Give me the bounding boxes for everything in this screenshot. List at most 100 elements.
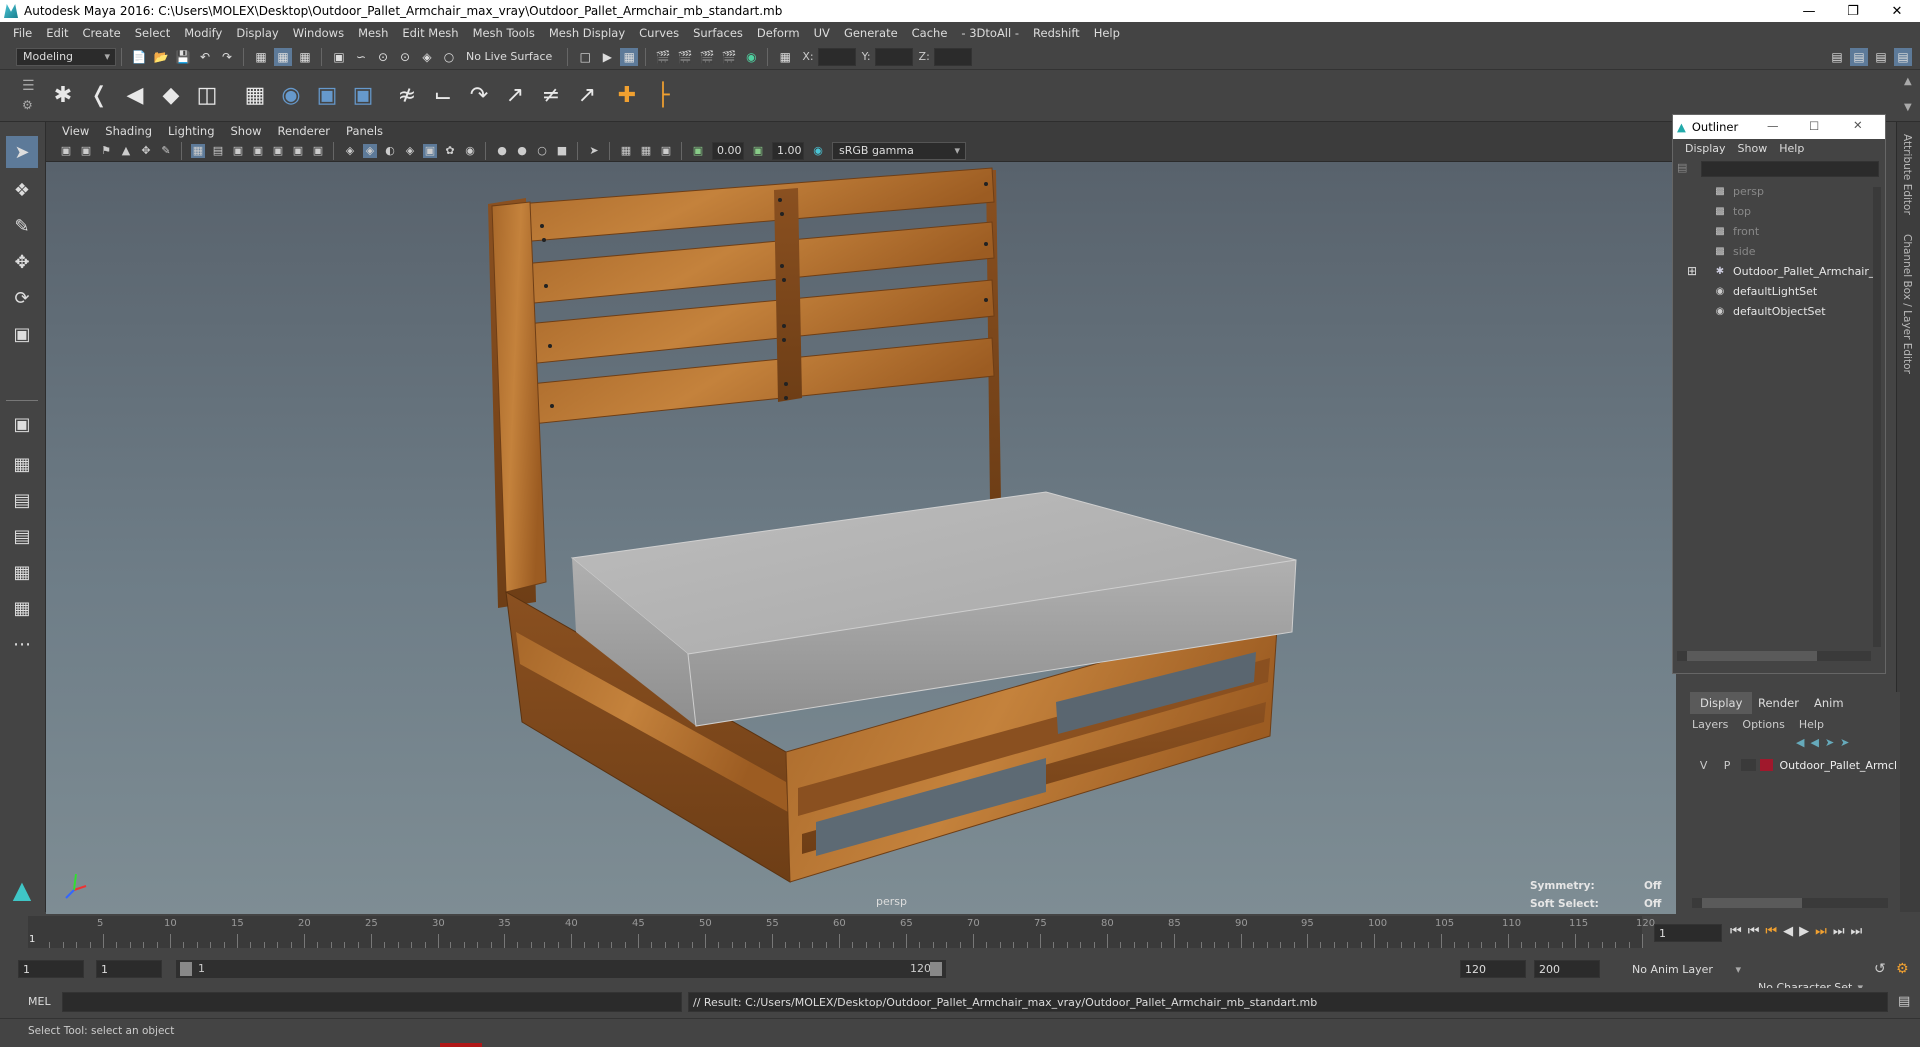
render-settings2-icon[interactable]: 🎬: [720, 48, 738, 66]
menu-set-dropdown[interactable]: Modeling: [16, 47, 116, 66]
range-end-handle[interactable]: [930, 962, 942, 976]
channel-box-tab[interactable]: Channel Box / Layer Editor: [1901, 234, 1913, 374]
outliner-horizontal-scrollbar[interactable]: [1677, 651, 1871, 661]
move-tool-icon[interactable]: ✥: [6, 246, 38, 278]
snap-curve-icon[interactable]: ∽: [352, 48, 370, 66]
command-input[interactable]: [62, 992, 682, 1012]
viewport-menu-show[interactable]: Show: [223, 124, 270, 138]
menu-display[interactable]: Display: [229, 26, 285, 40]
2d-pan-icon[interactable]: ✥: [139, 144, 153, 158]
layer-horizontal-scrollbar[interactable]: [1692, 898, 1888, 908]
x-field[interactable]: [817, 47, 856, 66]
maximize-button[interactable]: ❐: [1830, 0, 1876, 22]
anim-layer-dropdown[interactable]: No Anim Layer: [1626, 960, 1746, 978]
outliner-item[interactable]: ▩ persp: [1713, 181, 1764, 201]
split-icon[interactable]: ├: [648, 80, 678, 110]
layer-row[interactable]: V P Outdoor_Pallet_Armch: [1690, 756, 1896, 774]
offset-edge-loop-icon[interactable]: ↷: [464, 80, 494, 110]
viewport-menu-panels[interactable]: Panels: [338, 124, 391, 138]
shelf-menu-icon[interactable]: ☰: [22, 78, 35, 94]
safe-action-icon[interactable]: ▣: [291, 144, 305, 158]
shelf-scroll-down-icon[interactable]: ▼: [1904, 102, 1912, 113]
layer-color-swatch[interactable]: [1760, 759, 1774, 771]
motion-blur-icon[interactable]: ●: [515, 144, 529, 158]
view-transform-dropdown[interactable]: sRGB gamma: [832, 141, 966, 160]
lasso-tool-icon[interactable]: ❖: [6, 174, 38, 206]
select-component-icon[interactable]: ▦: [296, 48, 314, 66]
insert-edge-loop-icon[interactable]: ⌙: [428, 80, 458, 110]
outliner-item[interactable]: ▩ front: [1713, 221, 1759, 241]
outliner-item[interactable]: ◉ defaultLightSet: [1713, 281, 1818, 301]
outliner-search-input[interactable]: [1701, 161, 1879, 177]
perspective-outliner-layout-icon[interactable]: ▤: [6, 484, 38, 516]
menu-mesh-display[interactable]: Mesh Display: [542, 26, 632, 40]
construction-history-icon[interactable]: ▶: [598, 48, 616, 66]
menu-cache[interactable]: Cache: [905, 26, 955, 40]
menu-select[interactable]: Select: [128, 26, 177, 40]
menu-edit[interactable]: Edit: [39, 26, 75, 40]
go-to-start-icon[interactable]: ⏮: [1730, 924, 1742, 939]
range-slider[interactable]: 1 120: [176, 960, 946, 978]
save-scene-icon[interactable]: 💾: [174, 48, 192, 66]
outliner-menu-display[interactable]: Display: [1679, 142, 1732, 155]
select-object-icon[interactable]: ▦: [274, 47, 292, 66]
safe-title-icon[interactable]: ▣: [311, 144, 325, 158]
bridge-icon[interactable]: ◫: [192, 80, 222, 110]
redo-icon[interactable]: ↷: [218, 48, 236, 66]
minimize-button[interactable]: —: [1786, 0, 1832, 22]
move-layer-up-icon[interactable]: ◀: [1796, 736, 1804, 749]
resolution-gate-icon[interactable]: ▣: [231, 144, 245, 158]
viewport-menu-lighting[interactable]: Lighting: [160, 124, 222, 138]
xray-joints-icon[interactable]: ▣: [659, 144, 673, 158]
menu-windows[interactable]: Windows: [286, 26, 351, 40]
smooth-shade-icon[interactable]: ◈: [363, 143, 377, 158]
attribute-editor-tab[interactable]: Attribute Editor: [1901, 134, 1913, 215]
menu-file[interactable]: File: [6, 26, 39, 40]
perspective-graph-layout-icon[interactable]: ▤: [6, 520, 38, 552]
layer-playback-toggle[interactable]: P: [1719, 759, 1734, 772]
four-view-layout-icon[interactable]: ▦: [6, 448, 38, 480]
step-back-frame-icon[interactable]: ⏮: [1765, 924, 1777, 939]
layers-menu[interactable]: Layers: [1692, 718, 1728, 734]
transform-absolute-icon[interactable]: ▦: [776, 48, 794, 66]
single-perspective-layout-icon[interactable]: ▣: [6, 408, 38, 440]
smooth-icon[interactable]: ▣: [312, 80, 342, 110]
connect-icon[interactable]: ◀: [120, 80, 150, 110]
menu-uv[interactable]: UV: [807, 26, 837, 40]
target-weld-icon[interactable]: ❬: [84, 80, 114, 110]
append-polygon-icon[interactable]: ≠: [536, 80, 566, 110]
poke-icon[interactable]: ↗: [572, 80, 602, 110]
custom-layout-icon[interactable]: ⋯: [6, 628, 38, 660]
open-scene-icon[interactable]: 📂: [152, 48, 170, 66]
undo-icon[interactable]: ↶: [196, 48, 214, 66]
script-language-toggle[interactable]: MEL: [28, 995, 51, 1008]
playback-start-field[interactable]: 1: [96, 960, 162, 978]
anti-aliasing-icon[interactable]: ○: [535, 144, 549, 158]
animation-end-field[interactable]: 200: [1534, 960, 1600, 978]
z-field[interactable]: [933, 47, 972, 66]
wireframe-icon[interactable]: ◈: [343, 144, 357, 158]
ipr-render-icon[interactable]: 🎬: [676, 48, 694, 66]
auto-key-icon[interactable]: ↺: [1874, 961, 1886, 977]
expand-icon[interactable]: ⊞: [1687, 264, 1697, 278]
outliner-item[interactable]: ▩ top: [1713, 201, 1751, 221]
time-slider[interactable]: 5 10 15 20 25 30 35 40 45 50 55 60 65 70 75 80 85 90 95 100…: [0, 914, 1920, 950]
new-layer-icon[interactable]: ➤: [1825, 736, 1834, 749]
select-hierarchy-icon[interactable]: ▦: [252, 48, 270, 66]
graph-layout-icon[interactable]: ▦: [6, 592, 38, 624]
outliner-vertical-scrollbar[interactable]: [1873, 187, 1881, 647]
menu-generate[interactable]: Generate: [837, 26, 905, 40]
hypershade-icon[interactable]: ◉: [742, 48, 760, 66]
outliner-menu-show[interactable]: Show: [1732, 142, 1774, 155]
outliner-item[interactable]: ▩ side: [1713, 241, 1755, 261]
tool-settings-toggle-icon[interactable]: ▤: [1872, 48, 1890, 66]
step-forward-frame-icon[interactable]: ⏭: [1815, 924, 1827, 939]
grid-icon[interactable]: ▦: [191, 143, 205, 158]
playback-end-field[interactable]: 120: [1460, 960, 1526, 978]
screen-space-ao-icon[interactable]: ●: [495, 144, 509, 158]
snap-view-icon[interactable]: ⊙: [396, 48, 414, 66]
shadows-icon[interactable]: ◉: [463, 144, 477, 158]
menu-modify[interactable]: Modify: [177, 26, 229, 40]
menu-create[interactable]: Create: [76, 26, 128, 40]
viewport-menu-shading[interactable]: Shading: [97, 124, 160, 138]
